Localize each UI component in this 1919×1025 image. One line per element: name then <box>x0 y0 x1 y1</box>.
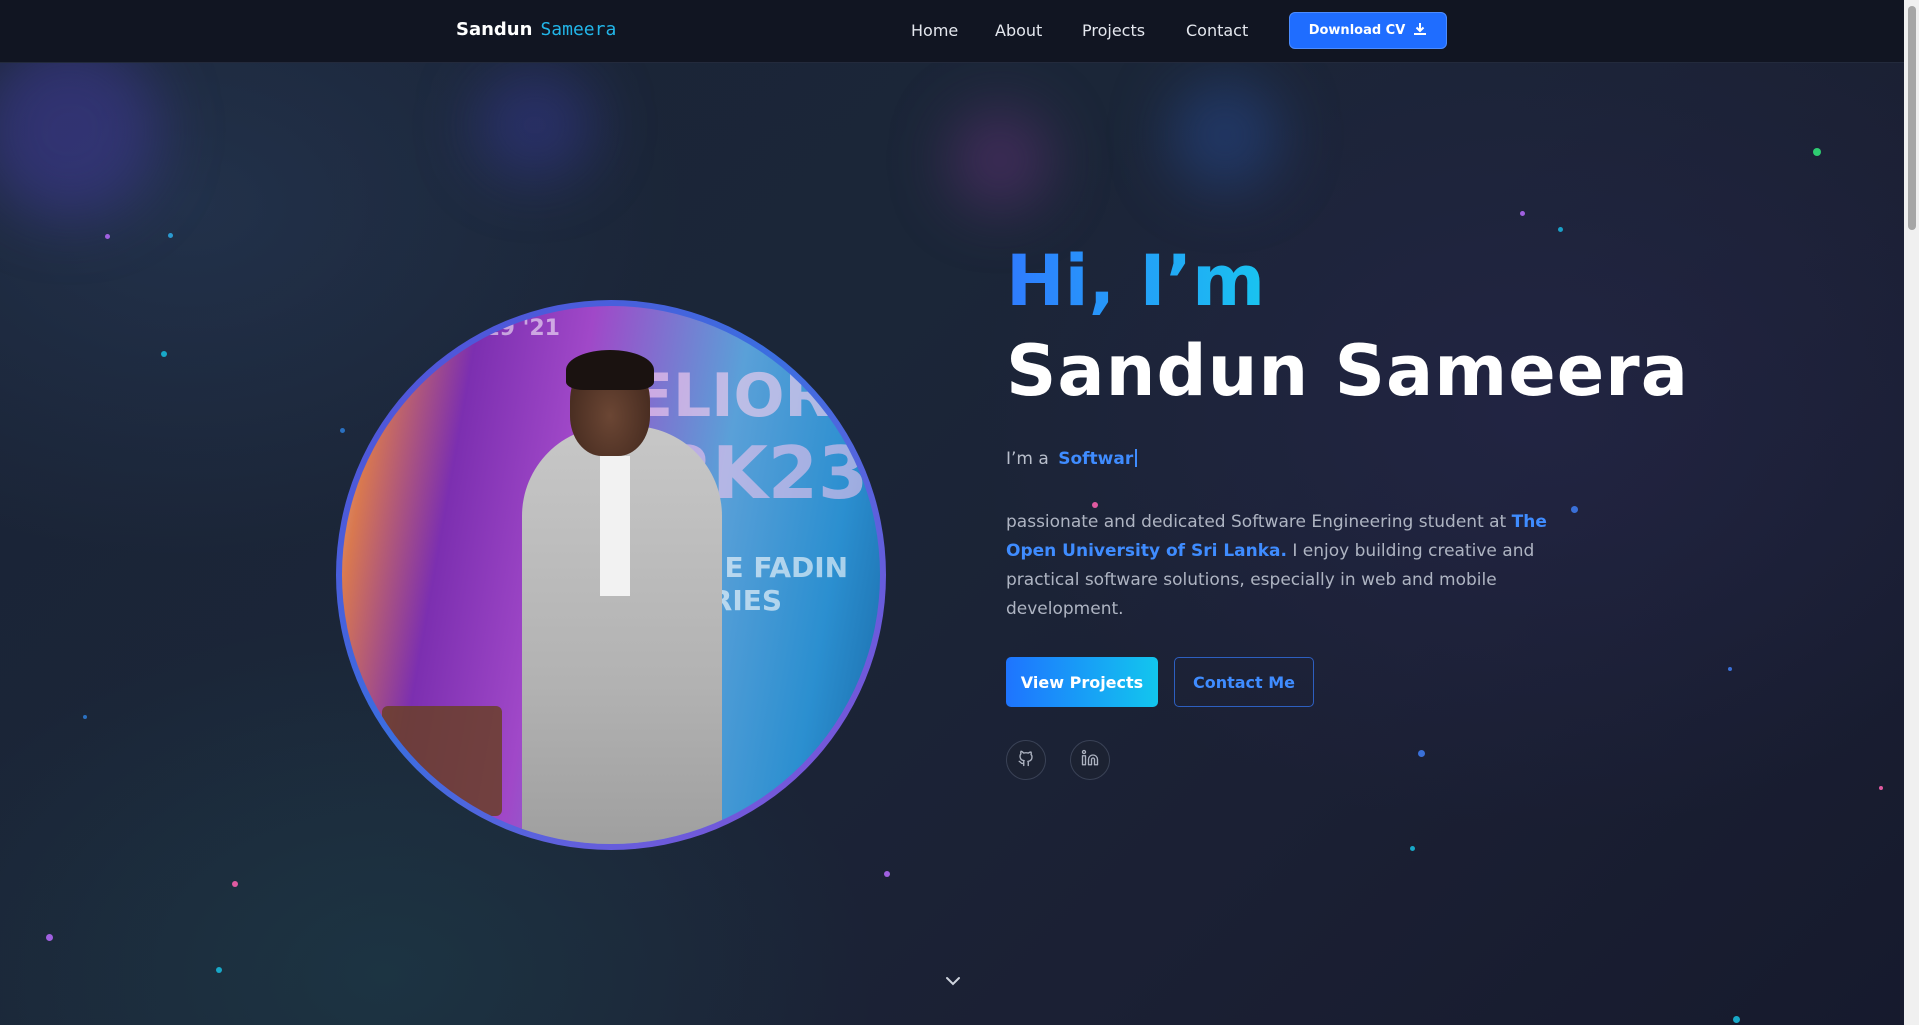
typing-cursor <box>1135 449 1138 467</box>
particle <box>105 234 110 239</box>
github-icon <box>1017 749 1035 771</box>
linkedin-link[interactable] <box>1070 740 1110 780</box>
photo-chair <box>382 706 502 816</box>
particle <box>1418 750 1425 757</box>
hero-name: Sandun Sameera <box>1006 330 1689 412</box>
photo-banner-text: 2K19 '21 <box>452 316 560 341</box>
scrollbar-thumb[interactable] <box>1908 6 1916 230</box>
particle <box>1728 667 1732 671</box>
brand-logo[interactable]: Sandun Sameera <box>456 19 616 40</box>
bg-glow <box>950 110 1050 210</box>
photo-person-hair <box>566 350 654 390</box>
hero-bio: passionate and dedicated Software Engine… <box>1006 508 1586 624</box>
nav-link-projects[interactable]: Projects <box>1082 21 1145 40</box>
nav-link-home[interactable]: Home <box>911 21 958 40</box>
particle <box>1092 502 1098 508</box>
particle <box>232 881 238 887</box>
photo-banner-text: ELIORE <box>632 361 872 431</box>
download-cv-button[interactable]: Download CV <box>1289 12 1447 49</box>
particle <box>340 428 345 433</box>
bg-glow <box>0 40 160 220</box>
chevron-down-icon[interactable] <box>944 972 962 990</box>
github-link[interactable] <box>1006 740 1046 780</box>
bio-text: passionate and dedicated Software Engine… <box>1006 512 1512 532</box>
particle <box>1558 227 1563 232</box>
particle <box>1520 211 1525 216</box>
profile-photo-frame: 2K19 '21 ELIORE 2K23 THE FADIN ORIES <box>336 300 886 850</box>
role-typed-text: Softwar <box>1058 449 1134 469</box>
particle <box>1571 506 1578 513</box>
particle <box>168 233 173 238</box>
particle <box>1733 1016 1740 1023</box>
download-icon <box>1413 22 1427 40</box>
particle <box>1813 148 1821 156</box>
view-projects-button[interactable]: View Projects <box>1006 657 1158 707</box>
hero-role-line: I’m a Softwar <box>1006 449 1138 469</box>
photo-person-shirt <box>600 456 630 596</box>
particle <box>884 871 890 877</box>
particle <box>46 934 53 941</box>
particle <box>216 967 222 973</box>
nav-link-contact[interactable]: Contact <box>1186 21 1248 40</box>
brand-last-name: Sameera <box>540 19 617 40</box>
particle <box>161 351 167 357</box>
brand-first-name: Sandun <box>456 19 533 40</box>
hero-greeting: Hi, I’m <box>1006 240 1266 322</box>
page-scrollbar[interactable] <box>1904 0 1919 1025</box>
top-navbar: Sandun Sameera Home About Projects Contac… <box>0 0 1904 63</box>
profile-photo: 2K19 '21 ELIORE 2K23 THE FADIN ORIES <box>342 306 880 844</box>
particle <box>83 715 87 719</box>
particle <box>1410 846 1415 851</box>
linkedin-icon <box>1081 749 1099 771</box>
bg-glow <box>475 70 595 180</box>
nav-link-about[interactable]: About <box>995 21 1042 40</box>
contact-me-button[interactable]: Contact Me <box>1174 657 1314 707</box>
download-cv-label: Download CV <box>1308 23 1406 38</box>
particle <box>1879 786 1883 790</box>
bg-glow <box>1170 80 1280 190</box>
role-prefix: I’m a <box>1006 449 1049 469</box>
